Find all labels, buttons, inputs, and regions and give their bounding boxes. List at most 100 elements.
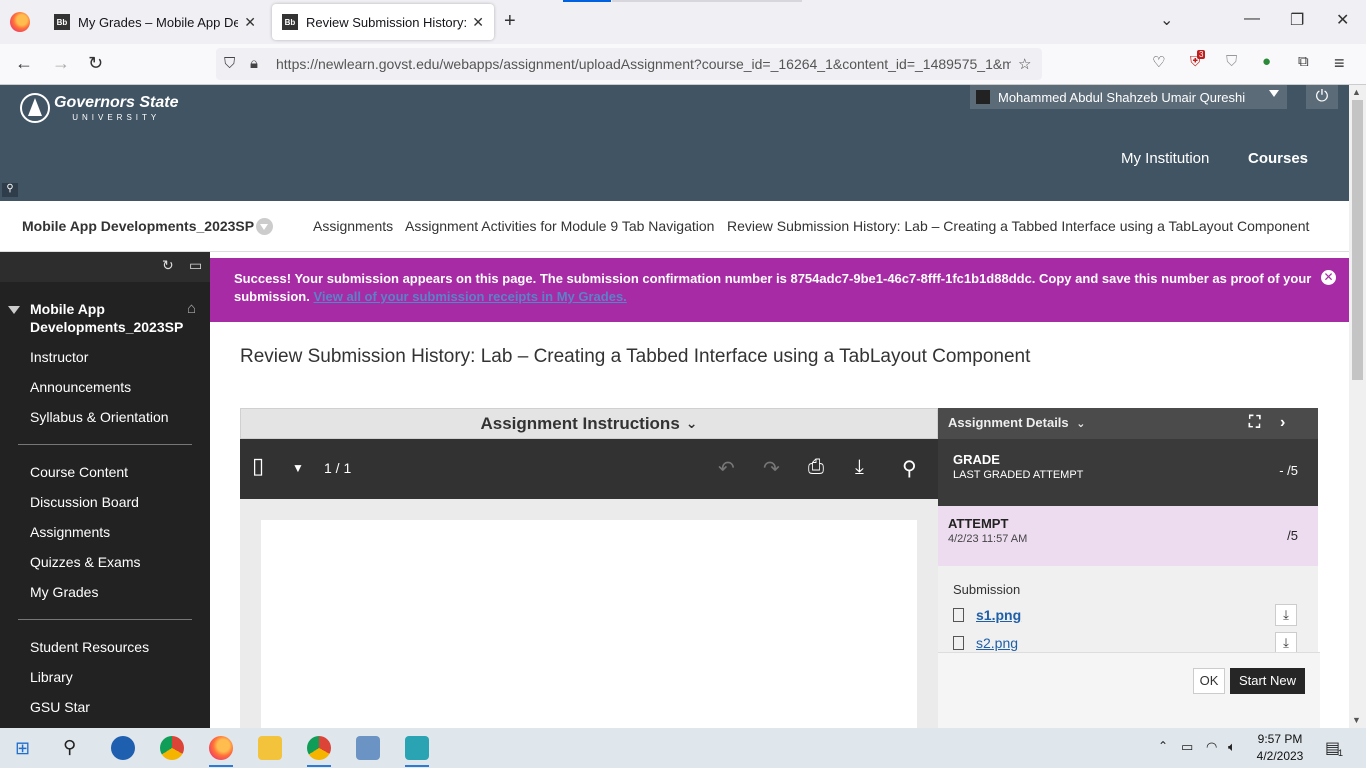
chevron-down-icon: ⌄ bbox=[685, 415, 698, 431]
sidebar-item-instructor[interactable]: Instructor bbox=[30, 349, 88, 365]
site-header: Governors State UNIVERSITY Mohammed Abdu… bbox=[0, 85, 1349, 201]
caret-down-icon[interactable]: ▼ bbox=[292, 461, 304, 475]
collapse-triangle-icon[interactable] bbox=[8, 306, 20, 314]
search-icon[interactable]: ⚲ bbox=[902, 456, 917, 481]
extensions-icon[interactable]: ⧉ bbox=[1298, 53, 1309, 70]
sidebar-item-library[interactable]: Library bbox=[30, 669, 73, 685]
search-icon[interactable]: ⚲ bbox=[63, 737, 76, 758]
back-icon[interactable]: ← bbox=[15, 53, 33, 74]
nav-courses[interactable]: Courses bbox=[1248, 150, 1308, 167]
browser-tab-review-submission[interactable]: Bb Review Submission History: Lab ✕ bbox=[272, 4, 494, 40]
sidebar-item-discussion-board[interactable]: Discussion Board bbox=[30, 494, 139, 510]
submission-file[interactable]: s2.png bbox=[953, 635, 1018, 651]
reload-icon[interactable]: ↻ bbox=[88, 53, 103, 74]
close-tab-icon[interactable]: ✕ bbox=[472, 14, 484, 31]
print-icon[interactable]: ⎙ bbox=[808, 456, 824, 479]
shield-icon[interactable]: ⛉ bbox=[224, 55, 235, 72]
volume-icon[interactable]: 🔈︎ bbox=[1228, 739, 1236, 755]
chrome-profile-icon[interactable] bbox=[160, 736, 184, 760]
active-app-indicator bbox=[405, 765, 429, 767]
lock-icon[interactable]: 🔒︎ bbox=[250, 55, 258, 72]
sidebar-item-course-content[interactable]: Course Content bbox=[30, 464, 128, 480]
link-icon[interactable]: ⚲ bbox=[2, 183, 18, 197]
chrome-extension-icon[interactable]: ● bbox=[1262, 53, 1271, 70]
scroll-down-icon[interactable]: ▼ bbox=[1352, 715, 1361, 725]
sidebar-item-announcements[interactable]: Announcements bbox=[30, 379, 131, 395]
file-name[interactable]: s2.png bbox=[976, 635, 1018, 651]
assignment-instructions-toggle[interactable]: Assignment Instructions ⌄ bbox=[240, 408, 938, 439]
chevron-right-icon[interactable]: › bbox=[1280, 414, 1285, 432]
breadcrumb-assignments[interactable]: Assignments bbox=[313, 218, 393, 234]
close-window-icon[interactable]: ✕ bbox=[1336, 10, 1349, 30]
clock-date[interactable]: 4/2/2023 bbox=[1250, 749, 1310, 763]
file-explorer-icon[interactable] bbox=[258, 736, 282, 760]
nav-my-institution[interactable]: My Institution bbox=[1121, 150, 1209, 167]
sidebar-item-gsu-star[interactable]: GSU Star bbox=[30, 699, 90, 715]
restore-icon[interactable]: ❐ bbox=[1290, 10, 1304, 30]
download-icon[interactable]: ⤓ bbox=[1275, 604, 1297, 626]
scroll-up-icon[interactable]: ▲ bbox=[1352, 87, 1361, 97]
start-new-button[interactable]: Start New bbox=[1230, 668, 1305, 694]
sidebar-item-quizzes[interactable]: Quizzes & Exams bbox=[30, 554, 140, 570]
download-icon[interactable]: ⤓ bbox=[1275, 632, 1297, 654]
logout-power-icon[interactable]: ⏻ bbox=[1306, 85, 1338, 109]
breadcrumb-activities[interactable]: Assignment Activities for Module 9 Tab N… bbox=[405, 218, 714, 234]
photos-app-icon[interactable] bbox=[356, 736, 380, 760]
refresh-icon[interactable]: ↻ bbox=[162, 257, 174, 274]
tab-title: Review Submission History: Lab bbox=[306, 14, 467, 30]
user-menu[interactable]: Mohammed Abdul Shahzeb Umair Qureshi bbox=[970, 85, 1287, 109]
grade-label: GRADE bbox=[953, 452, 1000, 467]
course-title[interactable]: Mobile App Developments_2023SP bbox=[30, 300, 183, 336]
forward-icon[interactable]: → bbox=[52, 53, 70, 74]
undo-icon[interactable]: ↶ bbox=[718, 456, 735, 481]
submission-file[interactable]: s1.png bbox=[953, 607, 1021, 623]
clock-time[interactable]: 9:57 PM bbox=[1250, 732, 1310, 746]
windows-start-icon[interactable]: ⊞ bbox=[15, 738, 30, 759]
breadcrumb-course[interactable]: Mobile App Developments_2023SP bbox=[22, 218, 254, 234]
document-viewer[interactable] bbox=[240, 499, 938, 728]
minimize-icon[interactable]: — bbox=[1244, 10, 1260, 28]
sidebar-item-assignments[interactable]: Assignments bbox=[30, 524, 110, 540]
firefox-icon[interactable] bbox=[10, 12, 30, 32]
close-tab-icon[interactable]: ✕ bbox=[244, 14, 256, 31]
tray-chevron-icon[interactable]: ⌃ bbox=[1158, 739, 1168, 753]
browser-tab-my-grades[interactable]: Bb My Grades – Mobile App Develo ✕ bbox=[44, 4, 266, 40]
ok-button[interactable]: OK bbox=[1193, 668, 1225, 694]
sidebar-item-syllabus[interactable]: Syllabus & Orientation bbox=[30, 409, 169, 425]
page-indicator: 1 / 1 bbox=[324, 460, 352, 476]
scrollbar-thumb[interactable] bbox=[1352, 100, 1363, 380]
url-bar[interactable]: ⛉ 🔒︎ https://newlearn.govst.edu/webapps/… bbox=[216, 48, 1042, 80]
bookmark-star-icon[interactable]: ☆ bbox=[1018, 55, 1031, 73]
download-icon[interactable]: ⤓ bbox=[855, 456, 864, 479]
course-title-line2: Developments_2023SP bbox=[30, 319, 184, 335]
redo-icon[interactable]: ↷ bbox=[763, 456, 780, 481]
url-text[interactable]: https://newlearn.govst.edu/webapps/assig… bbox=[276, 56, 1011, 72]
battery-icon[interactable]: ▭ bbox=[1181, 739, 1193, 755]
home-icon[interactable]: ⌂ bbox=[187, 300, 196, 317]
user-name: Mohammed Abdul Shahzeb Umair Qureshi bbox=[998, 89, 1246, 105]
word-app-icon[interactable] bbox=[111, 736, 135, 760]
firefox-taskbar-icon[interactable] bbox=[209, 736, 233, 760]
sidebar-item-student-resources[interactable]: Student Resources bbox=[30, 639, 149, 655]
university-logo[interactable]: Governors State UNIVERSITY bbox=[20, 93, 178, 123]
menu-icon[interactable]: ≡ bbox=[1334, 53, 1345, 74]
folder-icon[interactable]: ▭ bbox=[189, 257, 202, 274]
assignment-details-header[interactable]: Assignment Details ⌄ ⛶ › bbox=[938, 408, 1318, 439]
sidebar-item-my-grades[interactable]: My Grades bbox=[30, 584, 98, 600]
sidebar-toggle-icon[interactable]: ▯ bbox=[252, 453, 264, 479]
attempt-row[interactable]: ATTEMPT 4/2/23 11:57 AM /5 bbox=[938, 506, 1318, 566]
page-scrollbar[interactable]: ▲ ▼ bbox=[1349, 85, 1366, 728]
pocket-icon[interactable]: ♡ bbox=[1152, 53, 1165, 71]
tab-indicator-track bbox=[612, 0, 802, 2]
android-studio-icon[interactable] bbox=[405, 736, 429, 760]
wifi-icon[interactable]: ◠ bbox=[1206, 739, 1217, 755]
list-tabs-icon[interactable]: ⌄ bbox=[1160, 10, 1173, 30]
receipts-link[interactable]: View all of your submission receipts in … bbox=[313, 289, 626, 304]
new-tab-icon[interactable]: + bbox=[504, 10, 516, 33]
chrome-icon[interactable] bbox=[307, 736, 331, 760]
course-menu-chevron-icon[interactable] bbox=[256, 217, 273, 235]
close-icon[interactable]: ✕ bbox=[1321, 270, 1336, 285]
file-name[interactable]: s1.png bbox=[976, 607, 1021, 623]
privacy-extension-icon[interactable]: ⛉ bbox=[1226, 53, 1237, 70]
expand-icon[interactable]: ⛶ bbox=[1249, 414, 1260, 432]
